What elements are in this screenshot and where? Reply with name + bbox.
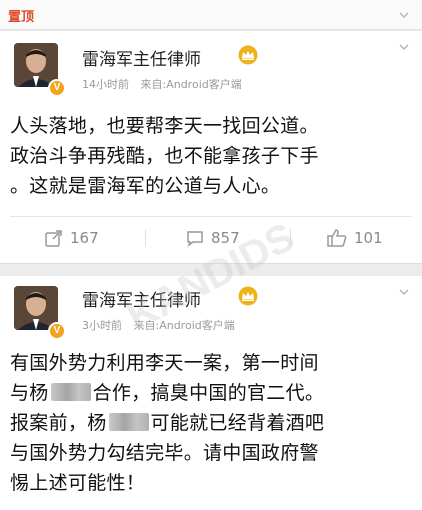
weibo-post: V 雷海军主任律师 14小时前 来自:Android客户端 人头落地，也要帮李天… (0, 31, 422, 264)
post-line: 有国外势力利用李天一案，第一时间 (10, 352, 319, 374)
comment-icon (187, 231, 203, 248)
redacted-name (50, 383, 91, 401)
post-body: 有国外势力利用李天一案，第一时间 与杨 合作，搞臭中国的官二代。 报案前，杨 可能就… (10, 348, 414, 498)
divider (290, 229, 291, 247)
like-button[interactable]: 101 (326, 225, 383, 251)
author-name[interactable]: 雷海军主任律师 (82, 45, 201, 70)
post-time: 14小时前 (82, 78, 129, 91)
post-line: 政治斗争再残酷，也不能拿孩子下手 (10, 145, 319, 167)
post-line: 惕上述可能性！ (10, 472, 146, 494)
post-line: 人头落地，也要帮李天一找回公道。 (10, 115, 319, 137)
chevron-down-icon[interactable] (398, 9, 410, 21)
post-line: 。这就是雷海军的公道与人心。 (10, 175, 281, 197)
verified-badge-icon: V (48, 322, 66, 340)
redacted-name (108, 413, 149, 431)
divider (10, 216, 412, 217)
post-fragment: 合作，搞臭中国的官二代。 (92, 382, 325, 404)
post-line: 与国外势力勾结完毕。请中国政府警 (10, 442, 319, 464)
post-body: 人头落地，也要帮李天一找回公道。 政治斗争再残酷，也不能拿孩子下手 。这就是雷海… (10, 111, 414, 201)
pinned-label: 置顶 (8, 10, 35, 25)
post-time: 3小时前 (82, 319, 122, 332)
comment-count: 857 (211, 229, 240, 247)
post-source: 来自:Android客户端 (133, 319, 235, 332)
post-source: 来自:Android客户端 (140, 78, 242, 91)
repost-count: 167 (70, 229, 99, 247)
repost-button[interactable]: 167 (44, 225, 99, 251)
crown-icon (238, 286, 258, 306)
thumbs-up-icon (327, 229, 347, 247)
weibo-post: V 雷海军主任律师 3小时前 来自:Android客户端 有国外势力利用李天一案… (0, 276, 422, 510)
verified-badge-icon: V (48, 79, 66, 97)
chevron-down-icon[interactable] (398, 286, 410, 298)
pinned-bar: 置顶 (0, 0, 422, 30)
comment-button[interactable]: 857 (185, 225, 240, 251)
post-meta: 3小时前 来自:Android客户端 (82, 317, 243, 333)
post-fragment: 报案前，杨 (10, 412, 107, 434)
like-count: 101 (354, 229, 383, 247)
crown-icon (238, 45, 258, 65)
post-fragment: 与杨 (10, 382, 49, 404)
chevron-down-icon[interactable] (398, 41, 410, 53)
post-meta: 14小时前 来自:Android客户端 (82, 76, 250, 92)
post-line: 报案前，杨 可能就已经背着酒吧 (10, 408, 414, 438)
author-name[interactable]: 雷海军主任律师 (82, 286, 201, 311)
post-fragment: 可能就已经背着酒吧 (150, 412, 325, 434)
post-line: 与杨 合作，搞臭中国的官二代。 (10, 378, 414, 408)
divider (145, 229, 146, 247)
repost-icon (45, 230, 62, 247)
